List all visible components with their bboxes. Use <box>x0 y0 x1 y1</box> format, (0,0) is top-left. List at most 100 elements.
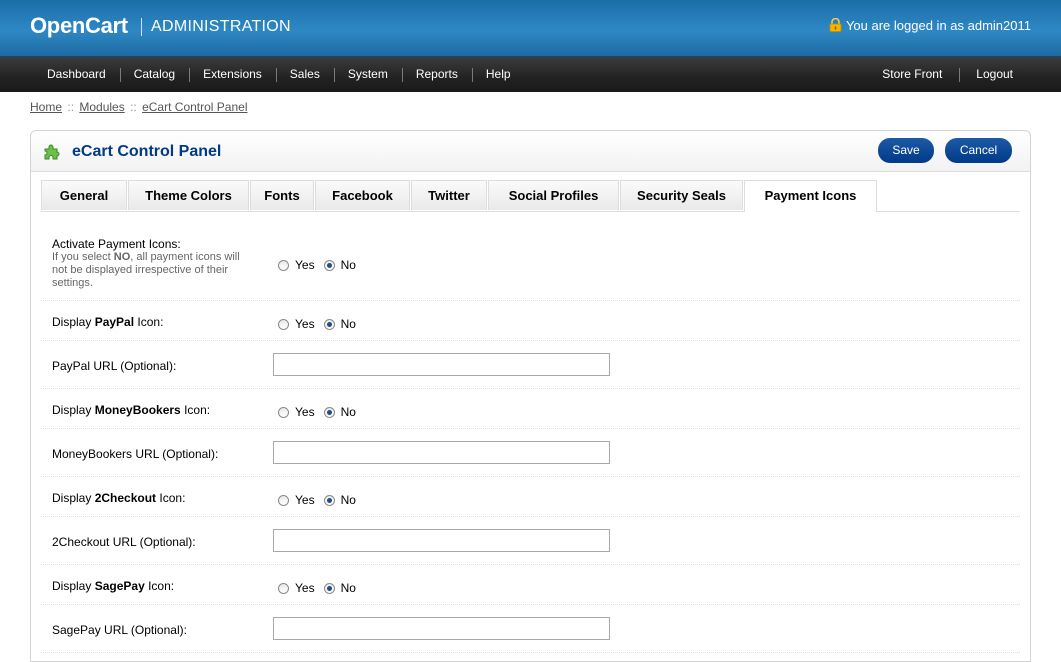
login-status: You are logged in as admin2011 <box>829 18 1031 33</box>
display-paypal-label: Display PayPal Icon: <box>52 315 163 329</box>
breadcrumb-ecart-control-panel[interactable]: eCart Control Panel <box>142 100 247 114</box>
moneybookers-url-label: MoneyBookers URL (Optional): <box>52 447 219 461</box>
sagepay-no-radio[interactable] <box>323 582 335 594</box>
display-moneybookers-label: Display MoneyBookers Icon: <box>52 403 210 417</box>
paypal-url-label: PayPal URL (Optional): <box>52 359 177 373</box>
sagepay-url-input[interactable] <box>273 617 610 640</box>
no-label: No <box>340 493 356 507</box>
paypal-url-input[interactable] <box>273 353 610 376</box>
tab-facebook[interactable]: Facebook <box>315 180 410 210</box>
page-title: eCart Control Panel <box>72 143 222 160</box>
logo-divider <box>141 18 142 36</box>
display-suffix: Icon: <box>159 491 186 505</box>
2checkout-yes-radio[interactable] <box>278 494 289 506</box>
logo[interactable]: OpenCart <box>30 13 128 39</box>
tab-theme-colors[interactable]: Theme Colors <box>128 180 249 210</box>
moneybookers-yes-radio[interactable] <box>278 406 289 418</box>
2checkout-url-row: 2Checkout URL (Optional): <box>41 517 1020 565</box>
help-text-bold: NO <box>113 251 131 263</box>
display-2checkout-label: Display 2Checkout Icon: <box>52 491 185 505</box>
display-prefix: Display <box>52 491 92 505</box>
breadcrumb-separator: :: <box>67 100 75 114</box>
display-prefix: Display <box>52 579 92 593</box>
activate-label: Activate Payment Icons: <box>52 237 181 251</box>
paypal-no-radio[interactable] <box>323 318 335 330</box>
menu-item-dashboard[interactable]: Dashboard <box>33 57 120 92</box>
yes-label: Yes <box>295 493 315 507</box>
display-prefix: Display <box>52 315 92 329</box>
yes-label: Yes <box>295 581 315 595</box>
activate-no-radio[interactable] <box>323 259 335 271</box>
display-suffix: Icon: <box>184 403 211 417</box>
header: OpenCart ADMINISTRATION You are logged i… <box>0 0 1061 56</box>
tab-social-profiles[interactable]: Social Profiles <box>488 180 619 210</box>
activate-help-text: If you select NO, all payment icons will… <box>52 251 242 290</box>
lock-icon <box>829 18 842 32</box>
main-menu: Dashboard Catalog Extensions Sales Syste… <box>0 56 1061 92</box>
sagepay-radio-group: Yes No <box>278 581 365 595</box>
moneybookers-url-input[interactable] <box>273 441 610 464</box>
breadcrumb-separator: :: <box>130 100 137 114</box>
display-paypal-row: Display PayPal Icon: Yes No <box>41 301 1020 341</box>
menu-item-logout[interactable]: Logout <box>959 57 1030 92</box>
display-2checkout-row: Display 2Checkout Icon: Yes No <box>41 477 1020 517</box>
sagepay-url-label: SagePay URL (Optional): <box>52 623 187 637</box>
puzzle-icon <box>44 144 60 160</box>
yes-label: Yes <box>295 258 315 272</box>
display-suffix: Icon: <box>148 579 175 593</box>
help-text-pre: If you select <box>52 251 114 263</box>
paypal-url-row: PayPal URL (Optional): <box>41 341 1020 389</box>
moneybookers-radio-group: Yes No <box>278 405 365 419</box>
no-label: No <box>340 258 356 272</box>
sagepay-url-row: SagePay URL (Optional): <box>41 605 1020 653</box>
breadcrumb-modules[interactable]: Modules <box>79 100 124 114</box>
activate-payment-icons-row: Activate Payment Icons: If you select NO… <box>41 227 1020 301</box>
control-panel-box: eCart Control Panel Save Cancel General … <box>30 130 1031 662</box>
menu-item-catalog[interactable]: Catalog <box>119 57 189 92</box>
moneybookers-no-radio[interactable] <box>323 406 335 418</box>
brand-name: MoneyBookers <box>94 403 181 417</box>
menu-item-help[interactable]: Help <box>471 57 525 92</box>
display-prefix: Display <box>52 403 92 417</box>
tab-payment-icons[interactable]: Payment Icons <box>744 180 877 212</box>
activate-radio-group: Yes No <box>278 258 365 272</box>
display-sagepay-row: Display SagePay Icon: Yes No <box>41 565 1020 605</box>
2checkout-no-radio[interactable] <box>323 494 335 506</box>
tab-bar: General Theme Colors Fonts Facebook Twit… <box>41 180 1020 212</box>
tab-fonts[interactable]: Fonts <box>250 180 314 210</box>
tab-general[interactable]: General <box>41 180 127 210</box>
breadcrumb-home[interactable]: Home <box>30 100 62 114</box>
yes-label: Yes <box>295 405 315 419</box>
paypal-radio-group: Yes No <box>278 317 365 331</box>
display-suffix: Icon: <box>137 315 164 329</box>
moneybookers-url-row: MoneyBookers URL (Optional): <box>41 429 1020 477</box>
yes-label: Yes <box>295 317 315 331</box>
breadcrumb: Home :: Modules :: eCart Control Panel <box>30 100 247 114</box>
menu-item-system[interactable]: System <box>333 57 402 92</box>
tab-twitter[interactable]: Twitter <box>411 180 487 210</box>
paypal-yes-radio[interactable] <box>278 318 289 330</box>
header-section-title: ADMINISTRATION <box>151 18 291 35</box>
brand-name: PayPal <box>94 315 135 329</box>
menu-item-sales[interactable]: Sales <box>275 57 334 92</box>
sagepay-yes-radio[interactable] <box>278 582 289 594</box>
2checkout-url-label: 2Checkout URL (Optional): <box>52 535 196 549</box>
brand-name: 2Checkout <box>94 491 157 505</box>
tab-security-seals[interactable]: Security Seals <box>620 180 743 210</box>
login-status-text: You are logged in as admin2011 <box>845 18 1031 33</box>
activate-label-block: Activate Payment Icons: If you select NO… <box>52 237 242 290</box>
menu-item-store-front[interactable]: Store Front <box>865 57 959 92</box>
2checkout-url-input[interactable] <box>273 529 610 552</box>
menu-item-reports[interactable]: Reports <box>401 57 472 92</box>
panel-heading: eCart Control Panel Save Cancel <box>31 131 1030 172</box>
display-moneybookers-row: Display MoneyBookers Icon: Yes No <box>41 389 1020 429</box>
menu-item-extensions[interactable]: Extensions <box>189 57 276 92</box>
brand-name: SagePay <box>94 579 145 593</box>
cancel-button[interactable]: Cancel <box>945 138 1012 163</box>
display-sagepay-label: Display SagePay Icon: <box>52 579 174 593</box>
save-button[interactable]: Save <box>878 138 934 163</box>
activate-yes-radio[interactable] <box>278 259 289 271</box>
no-label: No <box>340 581 356 595</box>
no-label: No <box>340 405 356 419</box>
2checkout-radio-group: Yes No <box>278 493 365 507</box>
